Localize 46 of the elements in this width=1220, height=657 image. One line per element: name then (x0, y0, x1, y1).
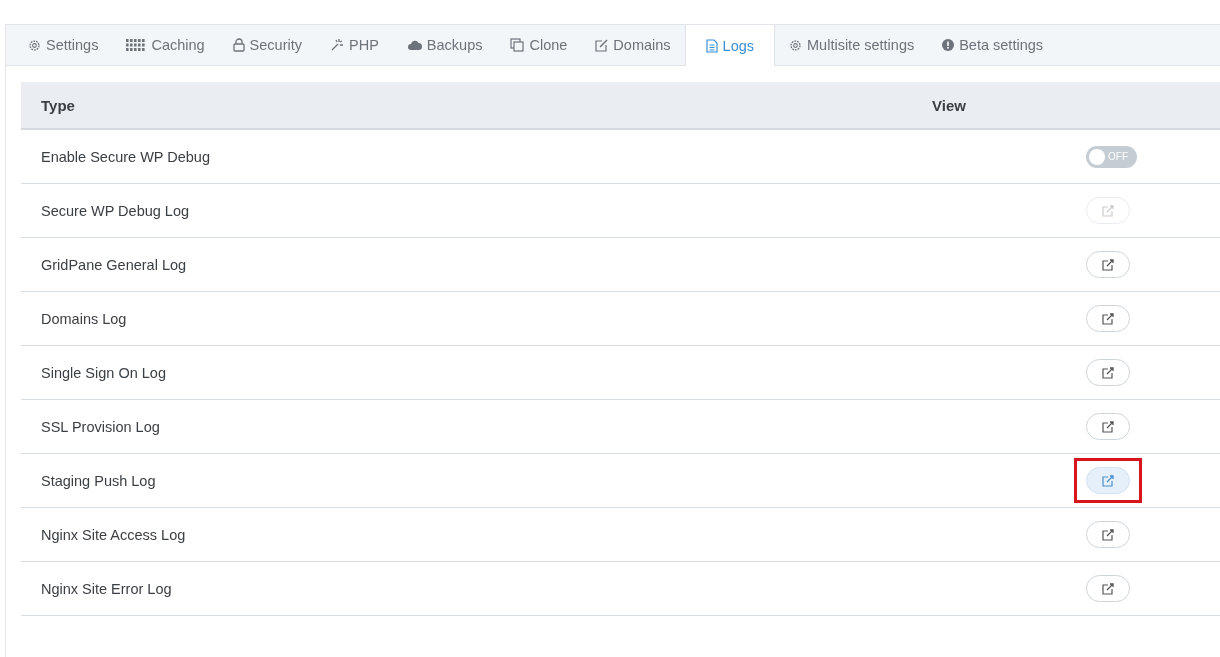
tab[interactable]: Logs (684, 25, 775, 66)
log-type: Enable Secure WP Debug (41, 148, 210, 165)
log-type: Single Sign On Log (41, 364, 166, 381)
tab[interactable]: Domains (581, 25, 685, 65)
sparkle-icon (330, 38, 344, 52)
view-log-button[interactable] (1086, 467, 1130, 494)
column-header: View (932, 96, 966, 114)
edit-icon (595, 38, 609, 52)
grid-icon (126, 38, 147, 52)
column-header: Type (40, 96, 75, 114)
external-link-icon (1102, 420, 1114, 433)
log-type: Domains Log (41, 310, 127, 327)
view-log-button[interactable] (1086, 251, 1130, 278)
external-link-icon (1102, 258, 1114, 271)
tab[interactable]: Backups (392, 25, 497, 65)
log-type: SSL Provision Log (41, 418, 160, 435)
copy-icon (510, 38, 525, 52)
log-type: Secure WP Debug Log (41, 202, 190, 219)
external-link-icon (1102, 204, 1114, 217)
info-icon (942, 39, 955, 51)
log-type: Nginx Site Error Log (41, 580, 172, 597)
view-log-button[interactable] (1086, 359, 1130, 386)
external-link-icon (1102, 366, 1114, 379)
document-icon (705, 38, 718, 53)
tab[interactable]: Clone (496, 25, 582, 65)
tab[interactable]: Security (218, 25, 316, 65)
view-log-button[interactable] (1086, 521, 1130, 548)
view-log-button[interactable] (1086, 413, 1130, 440)
external-link-icon (1102, 582, 1114, 595)
lock-icon (232, 38, 245, 52)
log-type: Staging Push Log (41, 472, 156, 489)
external-link-icon (1102, 474, 1114, 487)
tab[interactable]: Caching (112, 25, 219, 65)
external-link-icon (1102, 312, 1114, 325)
gear-icon (789, 38, 802, 52)
tab[interactable]: Beta settings (928, 25, 1058, 65)
tab[interactable]: Settings (14, 25, 113, 65)
cloud-icon (406, 39, 422, 51)
view-log-button[interactable] (1086, 305, 1130, 332)
gear-icon (28, 38, 41, 52)
view-log-button[interactable] (1086, 575, 1130, 602)
log-type: Nginx Site Access Log (41, 526, 186, 543)
tab[interactable]: Multisite settings (775, 25, 929, 65)
tab[interactable]: PHP (316, 25, 393, 65)
log-type: GridPane General Log (41, 256, 187, 273)
external-link-icon (1102, 528, 1114, 541)
